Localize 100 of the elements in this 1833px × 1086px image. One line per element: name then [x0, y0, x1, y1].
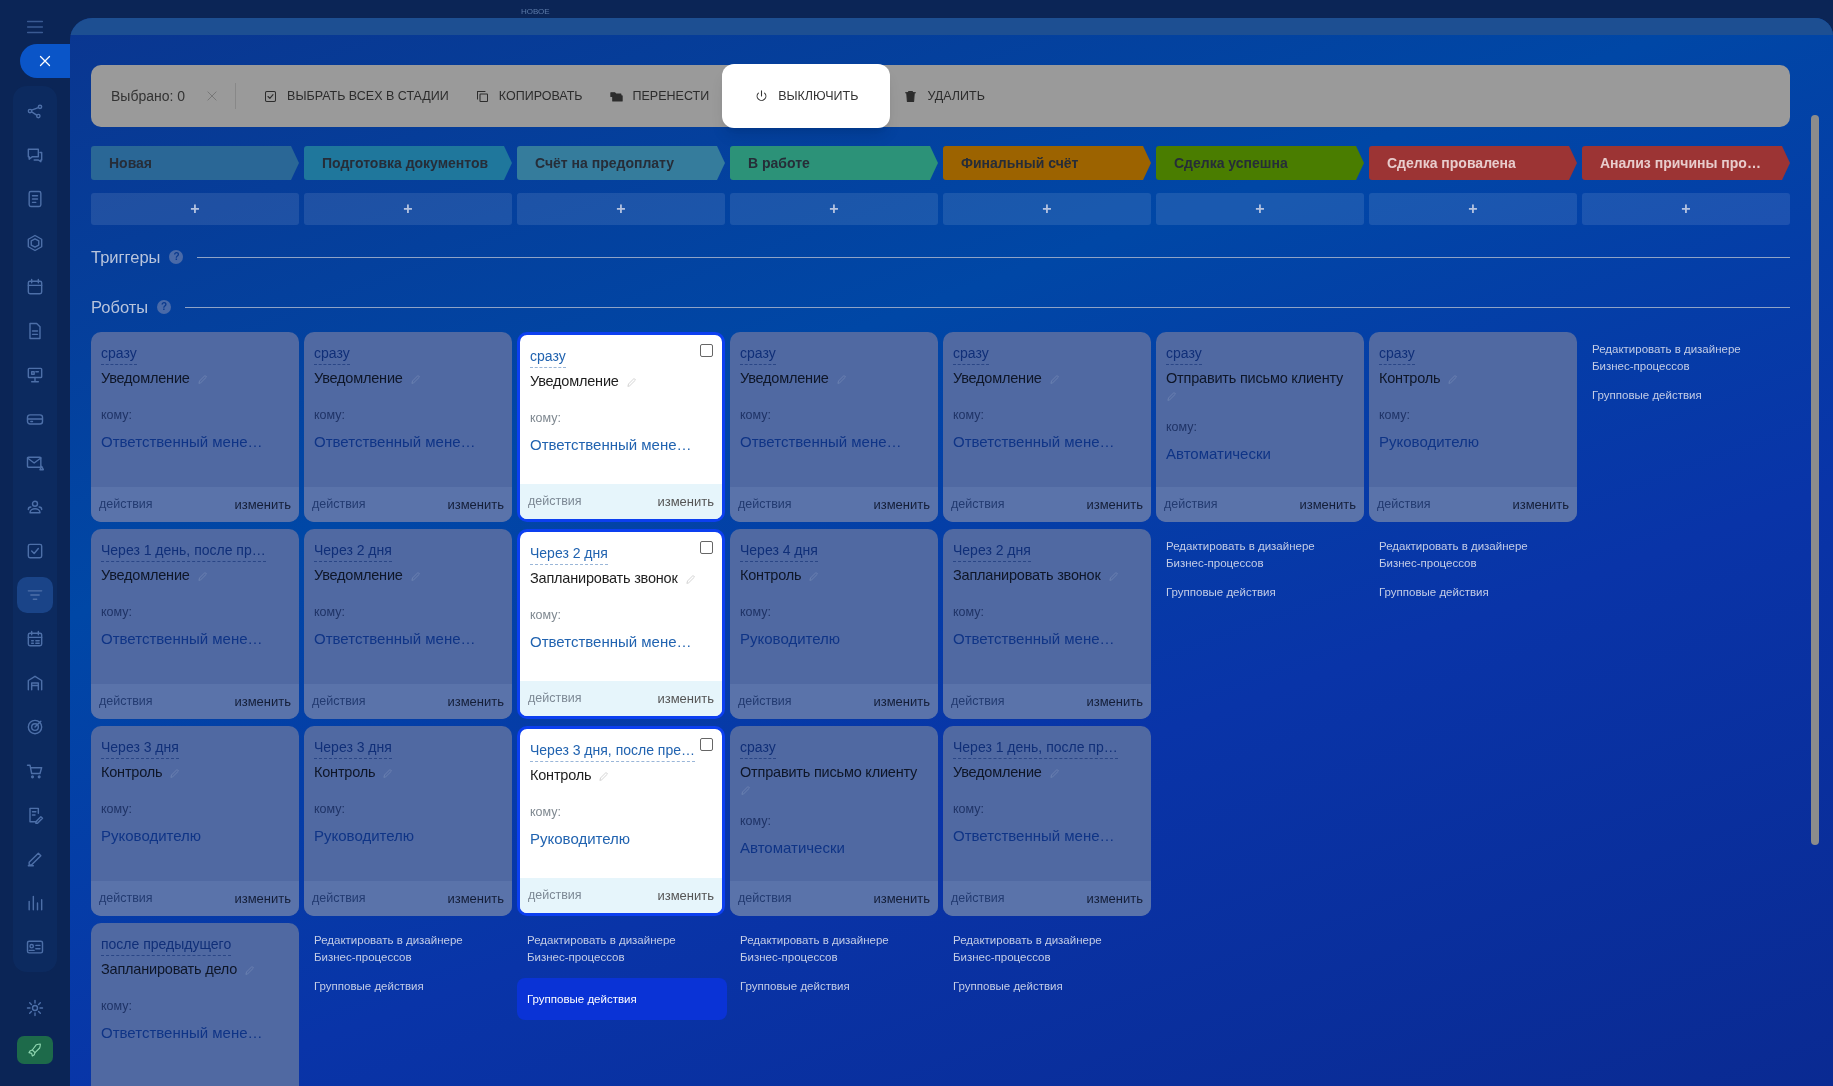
edit-button[interactable]: изменить [1086, 888, 1143, 909]
checkbox[interactable] [700, 344, 713, 357]
timing-link[interactable]: Через 2 дня [314, 540, 392, 562]
timing-link[interactable]: сразу [1379, 343, 1415, 365]
stage-tab[interactable]: Анализ причины про… [1582, 146, 1790, 180]
help-button[interactable]: ? [157, 300, 172, 314]
timing-link[interactable]: Через 2 дня [953, 540, 1031, 562]
edit-button[interactable]: изменить [234, 691, 291, 712]
add-robot-button[interactable]: + [1369, 193, 1577, 225]
timing-link[interactable]: Через 3 дня, после пре… [530, 740, 695, 762]
timing-link[interactable]: сразу [740, 343, 776, 365]
designer-link[interactable]: Редактировать в дизайнере Бизнес-процессов [1156, 538, 1326, 572]
timing-link[interactable]: Через 1 день, после пр… [101, 540, 266, 562]
add-robot-button[interactable]: + [730, 193, 938, 225]
edit-button[interactable]: изменить [657, 491, 714, 512]
scrollbar[interactable] [1811, 115, 1819, 845]
edit-button[interactable]: изменить [234, 494, 291, 515]
recipient-link[interactable]: Автоматически [1166, 442, 1354, 465]
group-actions-link[interactable]: Групповые действия [1156, 584, 1364, 602]
timing-link[interactable]: Через 2 дня [530, 543, 608, 565]
edit-button[interactable]: изменить [657, 885, 714, 906]
edit-button[interactable]: изменить [1512, 494, 1569, 515]
designer-link[interactable]: Редактировать в дизайнере Бизнес-процессов [1582, 341, 1752, 375]
timing-link[interactable]: Через 1 день, после пр… [953, 737, 1118, 759]
toolbar-action-button[interactable]: УДАЛИТЬ [890, 76, 998, 116]
timing-link[interactable]: сразу [530, 346, 566, 368]
add-robot-button[interactable]: + [91, 193, 299, 225]
designer-link[interactable]: Редактировать в дизайнере Бизнес-процессов [943, 932, 1113, 966]
recipient-link[interactable]: Ответственный мене… [530, 433, 712, 456]
stage-tab[interactable]: Сделка провалена [1369, 146, 1577, 180]
group-actions-link[interactable]: Групповые действия [730, 978, 938, 996]
designer-link[interactable]: Редактировать в дизайнере Бизнес-процессов [1369, 538, 1539, 572]
recipient-link[interactable]: Автоматически [740, 836, 928, 859]
add-robot-button[interactable]: + [943, 193, 1151, 225]
recipient-link[interactable]: Ответственный мене… [101, 627, 289, 650]
recipient-link[interactable]: Ответственный мене… [740, 430, 928, 453]
recipient-link[interactable]: Руководителю [101, 824, 289, 847]
stage-tab[interactable]: Новая [91, 146, 299, 180]
edit-button[interactable]: изменить [1086, 494, 1143, 515]
stage-tab[interactable]: Сделка успешна [1156, 146, 1364, 180]
recipient-link[interactable]: Руководителю [1379, 430, 1567, 453]
add-robot-button[interactable]: + [517, 193, 725, 225]
toolbar-action-button[interactable]: ВЫКЛЮЧИТЬ [722, 64, 891, 128]
recipient-link[interactable]: Ответственный мене… [953, 824, 1141, 847]
toolbar-action-button[interactable]: КОПИРОВАТЬ [461, 76, 596, 116]
timing-link[interactable]: сразу [1166, 343, 1202, 365]
stage-tab[interactable]: Финальный счёт [943, 146, 1151, 180]
edit-button[interactable]: изменить [447, 691, 504, 712]
designer-link[interactable]: Редактировать в дизайнере Бизнес-процессов [730, 932, 900, 966]
edit-button[interactable]: изменить [447, 888, 504, 909]
stage-tab[interactable]: Счёт на предоплату [517, 146, 725, 180]
recipient-link[interactable]: Ответственный мене… [314, 430, 502, 453]
add-robot-button[interactable]: + [1156, 193, 1364, 225]
add-robot-button[interactable]: + [304, 193, 512, 225]
actions-label: действия [312, 496, 366, 514]
edit-button[interactable]: изменить [657, 688, 714, 709]
recipient-link[interactable]: Ответственный мене… [101, 430, 289, 453]
timing-link[interactable]: сразу [953, 343, 989, 365]
group-actions-link[interactable]: Групповые действия [517, 978, 727, 1020]
designer-link[interactable]: Редактировать в дизайнере Бизнес-процессов [304, 932, 474, 966]
timing-link[interactable]: Через 4 дня [740, 540, 818, 562]
recipient-link[interactable]: Ответственный мене… [530, 630, 712, 653]
recipient-link[interactable]: Ответственный мене… [314, 627, 502, 650]
edit-button[interactable]: изменить [234, 888, 291, 909]
checkbox[interactable] [700, 541, 713, 554]
edit-button[interactable]: изменить [873, 494, 930, 515]
checkbox[interactable] [700, 738, 713, 751]
rocket-button[interactable] [17, 1036, 53, 1064]
group-actions-link[interactable]: Групповые действия [1369, 584, 1577, 602]
edit-button[interactable]: изменить [873, 888, 930, 909]
edit-button[interactable]: изменить [1086, 691, 1143, 712]
timing-link[interactable]: сразу [101, 343, 137, 365]
group-actions-link[interactable]: Групповые действия [943, 978, 1151, 996]
id-card-icon [25, 937, 45, 957]
stage-tab[interactable]: В работе [730, 146, 938, 180]
funnel-nav-button[interactable] [17, 577, 53, 613]
timing-link[interactable]: после предыдущего [101, 934, 232, 956]
group-actions-link[interactable]: Групповые действия [304, 978, 512, 996]
timing-link[interactable]: Через 3 дня [101, 737, 179, 759]
edit-button[interactable]: изменить [447, 494, 504, 515]
toolbar-action-button[interactable]: ВЫБРАТЬ ВСЕХ В СТАДИИ [250, 76, 462, 116]
recipient-link[interactable]: Руководителю [314, 824, 502, 847]
edit-button[interactable]: изменить [1299, 494, 1356, 515]
timing-link[interactable]: сразу [314, 343, 350, 365]
close-button[interactable] [20, 44, 70, 78]
recipient-link[interactable]: Ответственный мене… [953, 430, 1141, 453]
recipient-link[interactable]: Ответственный мене… [953, 627, 1141, 650]
group-actions-link[interactable]: Групповые действия [1582, 387, 1790, 405]
recipient-link[interactable]: Руководителю [740, 627, 928, 650]
help-button[interactable]: ? [169, 250, 184, 264]
timing-link[interactable]: сразу [740, 737, 776, 759]
add-robot-button[interactable]: + [1582, 193, 1790, 225]
timing-link[interactable]: Через 3 дня [314, 737, 392, 759]
designer-link[interactable]: Редактировать в дизайнере Бизнес-процессов [517, 932, 687, 966]
edit-button[interactable]: изменить [873, 691, 930, 712]
toolbar-action-button[interactable]: ПЕРЕНЕСТИ [595, 76, 723, 116]
stage-tab[interactable]: Подготовка документов [304, 146, 512, 180]
presentation-icon [25, 365, 45, 385]
recipient-link[interactable]: Ответственный мене… [101, 1021, 289, 1044]
recipient-link[interactable]: Руководителю [530, 827, 712, 850]
